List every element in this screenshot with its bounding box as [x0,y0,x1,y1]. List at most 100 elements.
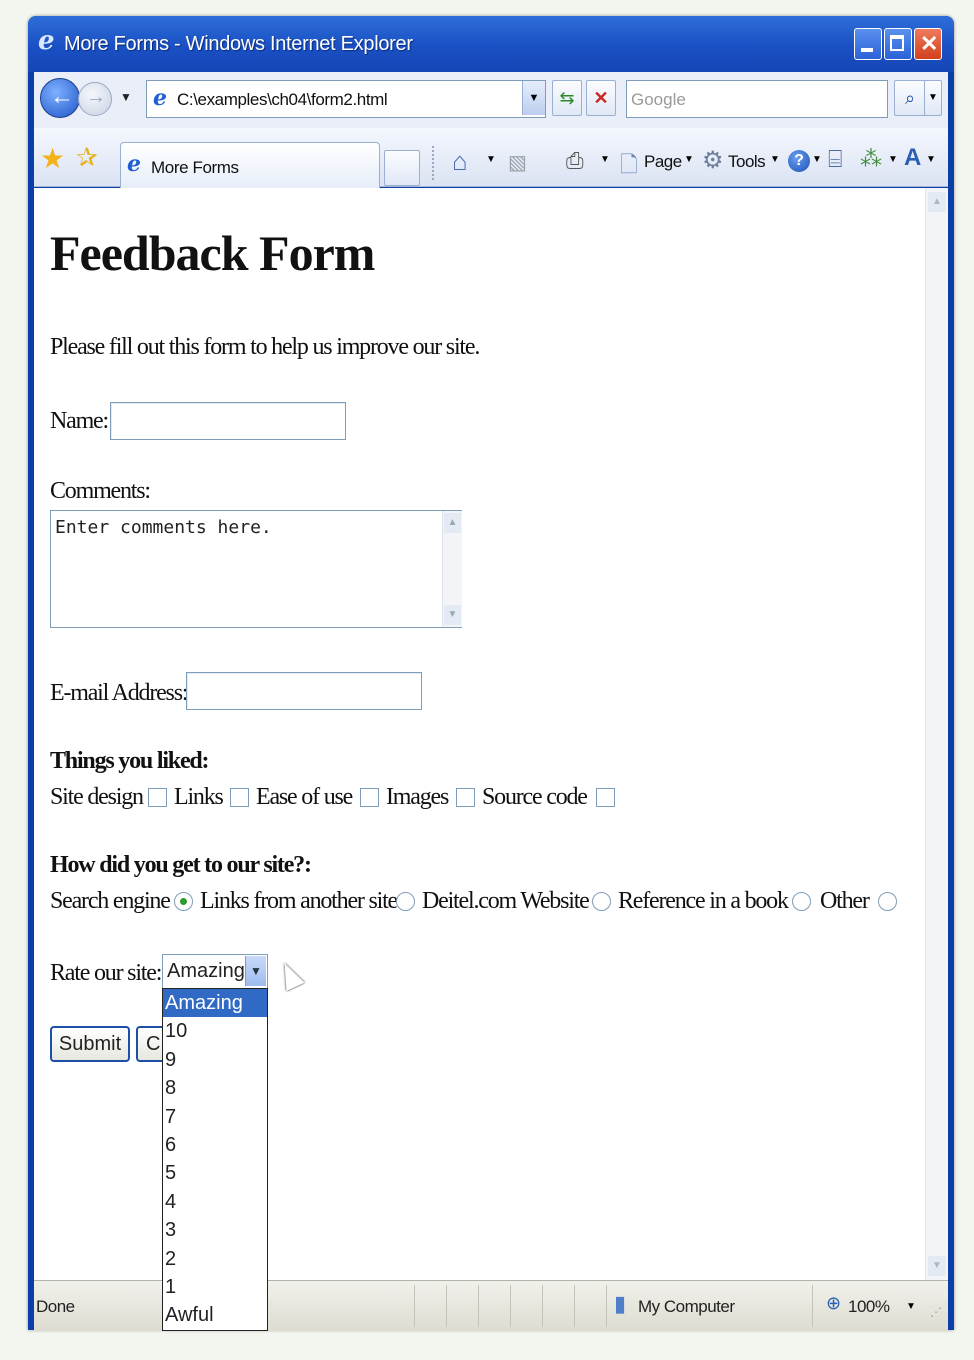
email-field[interactable] [186,672,422,710]
liked-option-images: Images [386,784,449,810]
zoom-dropdown-icon[interactable]: ▼ [906,1301,916,1312]
chevron-down-icon[interactable]: ▼ [245,956,266,986]
translate-icon[interactable]: ⁂ [860,146,882,172]
radio-deitel-website[interactable] [592,892,611,911]
help-icon[interactable]: ? [788,150,810,172]
radio-other[interactable] [878,892,897,911]
history-dropdown-icon[interactable]: ▼ [120,90,132,104]
search-placeholder: Google [631,90,686,109]
submit-button[interactable]: Submit [50,1026,130,1062]
tab-page-icon: e [127,151,141,177]
rate-option[interactable]: 7 [163,1103,267,1131]
scroll-down-icon[interactable]: ▼ [928,1256,946,1276]
checkbox-site-design[interactable] [148,788,167,807]
scroll-up-icon[interactable]: ▲ [444,513,461,533]
forward-arrow-icon: → [86,86,106,108]
howto-option-links: Links from another site [200,888,398,914]
chevron-down-icon: ▼ [928,92,938,103]
status-divider [542,1285,543,1327]
stop-button[interactable]: ✕ [586,80,616,116]
rate-dropdown-list: Amazing 10 9 8 7 6 5 4 3 2 1 Awful [162,988,268,1331]
scroll-down-icon[interactable]: ▼ [444,605,461,625]
add-favorites-icon[interactable]: ✰ [76,142,98,173]
address-dropdown-icon[interactable]: ▼ [522,81,545,115]
radio-links-from-another-site[interactable] [396,892,415,911]
feeds-icon[interactable]: ▧ [508,150,527,175]
comments-label: Comments: [50,478,151,504]
refresh-button[interactable]: ⇆ [552,80,582,116]
rate-option[interactable]: 3 [163,1216,267,1244]
home-dropdown-icon[interactable]: ▼ [486,154,496,165]
gear-icon: ⚙ [702,147,724,174]
rate-option[interactable]: 9 [163,1046,267,1074]
print-icon[interactable]: ⎙ [566,148,584,174]
liked-option-site-design: Site design [50,784,144,810]
comments-textarea[interactable]: Enter comments here. [50,510,462,628]
intro-text: Please fill out this form to help us imp… [50,334,480,360]
name-field[interactable] [110,402,346,440]
forward-button[interactable]: → [78,82,112,116]
tools-menu[interactable]: Tools [728,152,766,172]
page-title: Feedback Form [50,225,375,281]
page-dropdown-icon[interactable]: ▼ [684,154,694,165]
scroll-up-icon[interactable]: ▲ [928,192,946,212]
toolbar-divider [432,146,435,180]
minimize-icon [861,48,873,52]
navigation-bar: ← → ▼ e C:\examples\ch04\form2.html ▼ ⇆ … [34,72,948,128]
zoom-icon[interactable]: ⊕ [826,1293,841,1314]
minimize-button[interactable] [854,28,882,60]
new-tab-button[interactable] [384,150,420,186]
rate-selected-value: Amazing [167,960,245,982]
tab-label: More Forms [151,158,239,177]
howto-option-book: Reference in a book [618,888,789,914]
tools-dropdown-icon[interactable]: ▼ [770,154,780,165]
rate-option[interactable]: 10 [163,1017,267,1045]
rate-select[interactable]: Amazing ▼ [162,954,268,990]
status-divider [478,1285,479,1327]
radio-search-engine[interactable] [174,892,193,911]
translate-dropdown-icon[interactable]: ▼ [888,154,898,165]
tab-more-forms[interactable]: e More Forms [120,142,380,189]
print-dropdown-icon[interactable]: ▼ [600,154,610,165]
radio-reference-in-book[interactable] [792,892,811,911]
research-icon[interactable]: ⌸ [828,146,842,174]
rate-option[interactable]: 6 [163,1131,267,1159]
rate-option[interactable]: 4 [163,1188,267,1216]
zoom-level[interactable]: 100% [848,1297,890,1317]
checkbox-links[interactable] [230,788,249,807]
rate-option[interactable]: Amazing [163,989,267,1018]
status-divider [414,1285,415,1327]
comments-scrollbar[interactable]: ▲ ▼ [442,511,462,627]
close-button[interactable]: ✕ [914,28,942,60]
back-button[interactable]: ← [40,78,80,118]
checkbox-images[interactable] [456,788,475,807]
title-bar: e More Forms - Windows Internet Explorer… [28,16,954,72]
favorites-star-icon[interactable]: ★ [40,142,65,175]
status-divider [574,1285,575,1327]
rate-option[interactable]: 1 [163,1273,267,1301]
checkbox-ease-of-use[interactable] [360,788,379,807]
maximize-button[interactable] [884,28,912,60]
resize-grip-icon[interactable]: ⋰ [930,1305,942,1319]
page-menu[interactable]: Page [644,152,682,172]
text-size-dropdown-icon[interactable]: ▼ [926,154,936,165]
page-menu-icon: 🗋 [620,152,638,177]
help-dropdown-icon[interactable]: ▼ [812,154,822,165]
ie-logo-icon: e [38,26,55,56]
maximize-icon [890,35,904,51]
rate-option[interactable]: Awful [163,1301,267,1329]
page-scrollbar[interactable]: ▲ ▼ [925,188,948,1280]
rate-option[interactable]: 8 [163,1074,267,1102]
rate-option[interactable]: 2 [163,1245,267,1273]
search-button[interactable]: ⌕ [894,80,926,116]
rate-option[interactable]: 5 [163,1159,267,1187]
home-icon[interactable]: ⌂ [452,146,468,177]
checkbox-source-code[interactable] [596,788,615,807]
text-size-icon[interactable]: A [904,144,921,172]
refresh-icon: ⇆ [559,88,575,108]
search-input[interactable]: Google [626,80,888,118]
search-options-button[interactable]: ▼ [924,80,942,116]
search-icon: ⌕ [904,88,916,108]
address-bar[interactable]: e C:\examples\ch04\form2.html ▼ [146,80,546,118]
computer-zone-icon: ▮ [614,1291,627,1316]
